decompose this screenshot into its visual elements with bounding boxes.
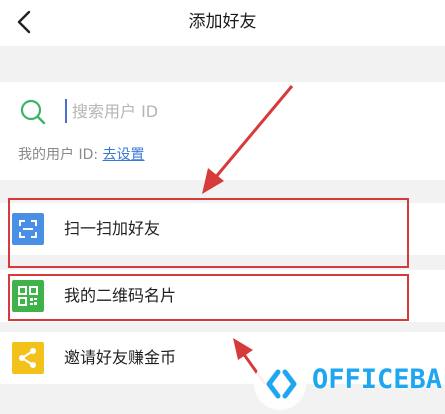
search-input[interactable]	[72, 96, 392, 126]
top-bar: 添加好友	[0, 0, 445, 46]
invite-friends-label: 邀请好友赚金币	[64, 348, 177, 367]
text-cursor	[65, 99, 67, 123]
user-id-row: 我的用户 ID: 去设置	[18, 144, 145, 164]
user-id-label: 我的用户 ID:	[18, 147, 99, 163]
watermark-text: OFFICEBA	[312, 364, 443, 395]
page-title: 添加好友	[188, 12, 257, 32]
set-user-id-link[interactable]: 去设置	[103, 147, 145, 163]
search-panel: 我的用户 ID: 去设置	[0, 82, 445, 180]
highlight-box-scan	[8, 198, 409, 268]
search-icon	[20, 99, 46, 125]
watermark-logo-icon	[254, 358, 306, 410]
watermark: OFFICEBA	[254, 356, 444, 410]
share-icon	[12, 342, 44, 374]
highlight-box-qr	[8, 274, 409, 321]
